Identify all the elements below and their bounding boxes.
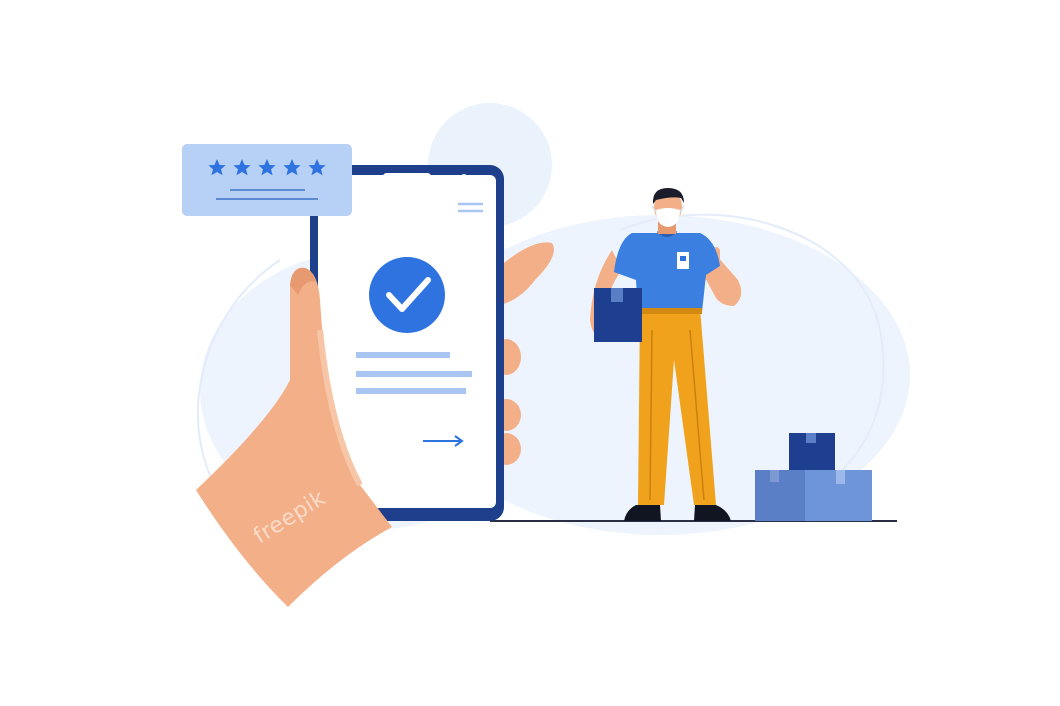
rating-card (182, 144, 352, 216)
check-circle-icon (369, 257, 445, 333)
delivery-illustration (182, 103, 910, 607)
